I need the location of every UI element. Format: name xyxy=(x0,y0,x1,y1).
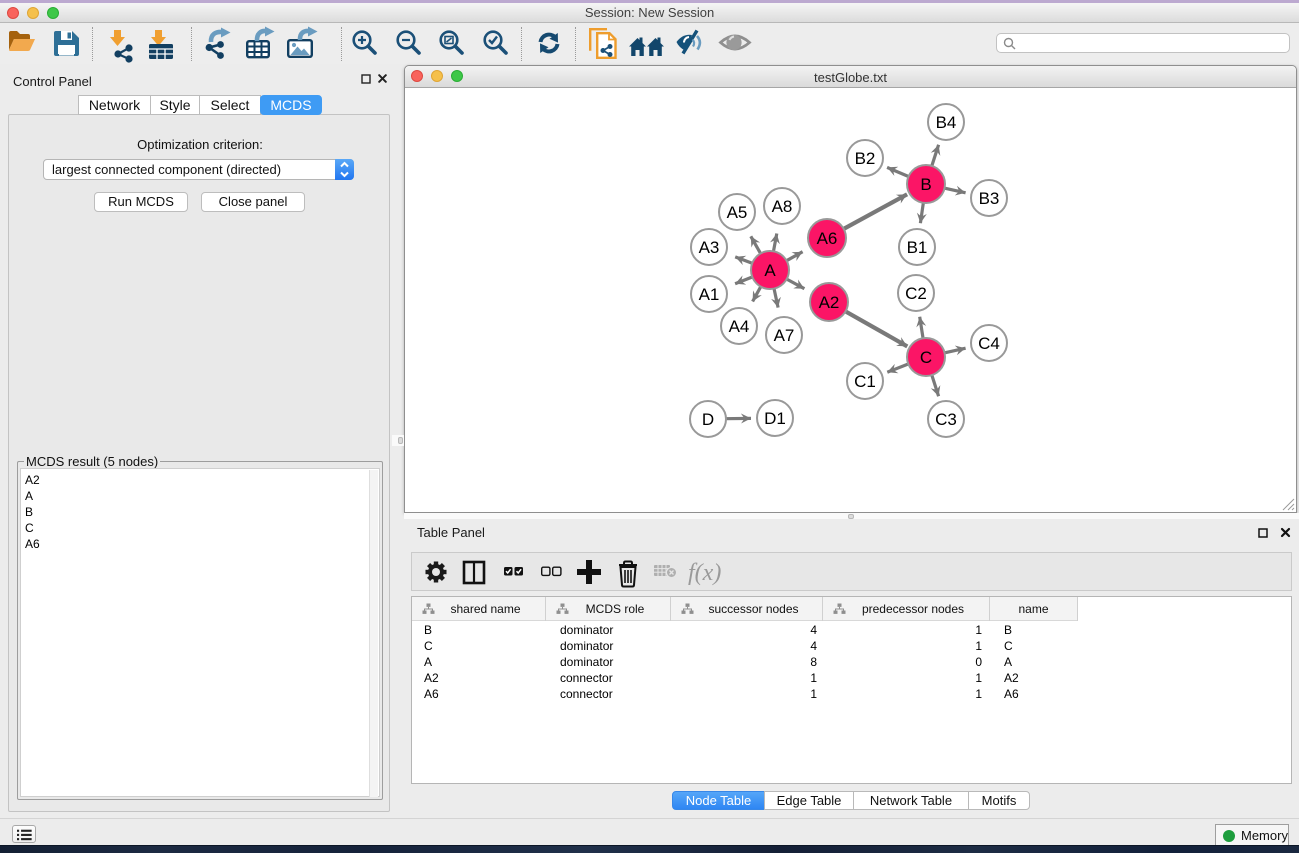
svg-text:B1: B1 xyxy=(907,238,928,257)
svg-text:A8: A8 xyxy=(772,197,793,216)
svg-text:A1: A1 xyxy=(699,285,720,304)
svg-text:B3: B3 xyxy=(979,189,1000,208)
svg-text:f(x): f(x) xyxy=(688,560,721,586)
svg-text:D1: D1 xyxy=(764,409,786,428)
svg-text:C2: C2 xyxy=(905,284,927,303)
svg-text:B4: B4 xyxy=(936,113,957,132)
svg-text:B: B xyxy=(920,175,931,194)
svg-text:C: C xyxy=(920,348,932,367)
svg-text:A5: A5 xyxy=(727,203,748,222)
svg-text:D: D xyxy=(702,410,714,429)
svg-text:A7: A7 xyxy=(774,326,795,345)
svg-text:A4: A4 xyxy=(729,317,750,336)
svg-text:B2: B2 xyxy=(855,149,876,168)
svg-text:A2: A2 xyxy=(819,293,840,312)
svg-text:A3: A3 xyxy=(699,238,720,257)
svg-text:A: A xyxy=(764,261,776,280)
svg-text:C1: C1 xyxy=(854,372,876,391)
svg-text:A6: A6 xyxy=(817,229,838,248)
svg-text:C4: C4 xyxy=(978,334,1000,353)
svg-text:C3: C3 xyxy=(935,410,957,429)
